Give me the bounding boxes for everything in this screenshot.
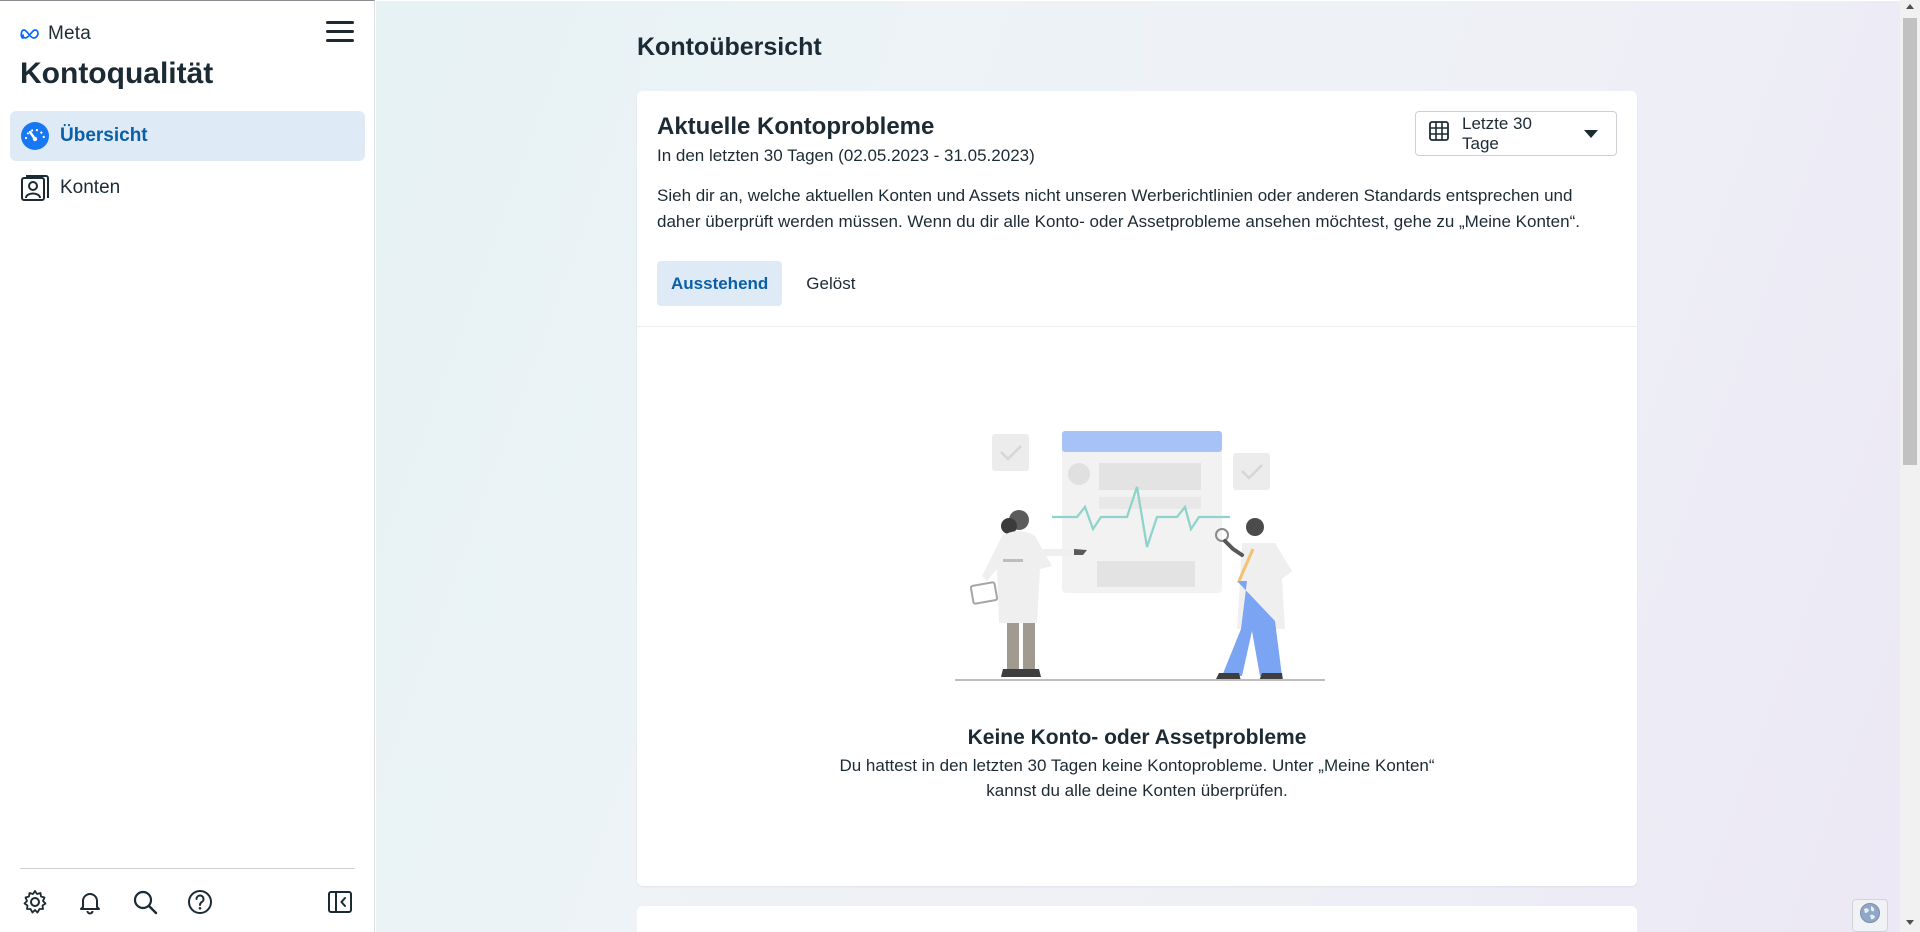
meta-logo[interactable]: Meta [20,23,91,45]
meta-infinity-icon [20,29,39,39]
card-description: Sieh dir an, welche aktuellen Konten und… [657,186,1580,231]
card-date-range-text: In den letzten 30 Tagen (02.05.2023 - 31… [657,146,1035,165]
scroll-up-arrow-icon[interactable] [1906,4,1914,9]
sidebar-nav: Übersicht Konten [10,111,365,215]
sidebar-item-konten[interactable]: Konten [10,163,365,213]
notifications-bell-icon[interactable] [75,887,105,917]
account-profile-icon [20,173,50,203]
footer-icon-bar [20,887,355,917]
help-question-icon[interactable] [185,887,215,917]
language-globe-button[interactable] [1852,899,1888,932]
main-content: Kontoübersicht Aktuelle Kontoprobleme In… [376,1,1900,932]
collapse-sidebar-icon[interactable] [325,887,355,917]
calendar-table-icon [1428,120,1450,147]
sidebar: Meta Kontoqualität Übersicht Konten [0,0,375,932]
page-title: Kontoübersicht [637,33,822,61]
next-card-partial [637,906,1637,932]
settings-gear-icon[interactable] [20,887,50,917]
scroll-down-arrow-icon[interactable] [1906,920,1914,925]
chevron-down-icon [1584,129,1598,138]
dashboard-gauge-icon [20,121,50,151]
card-title: Aktuelle Kontoprobleme [657,113,935,140]
search-icon[interactable] [130,887,160,917]
doctors-examining-monitor-illustration [955,431,1325,681]
sidebar-footer [20,868,355,915]
account-issues-card: Aktuelle Kontoprobleme In den letzten 30… [637,91,1637,886]
page-scrollbar[interactable] [1900,0,1920,932]
scrollbar-thumb[interactable] [1903,18,1917,465]
tab-ausstehend[interactable]: Ausstehend [657,261,783,306]
empty-state-title: Keine Konto- oder Assetprobleme [967,726,1307,749]
app-title: Kontoqualität [20,57,214,90]
status-tabs: Ausstehend Gelöst [657,261,869,306]
sidebar-item-uebersicht[interactable]: Übersicht [10,111,365,161]
date-range-value: Letzte 30 Tage [1462,113,1532,153]
tab-geloest[interactable]: Gelöst [792,261,869,306]
card-header: Aktuelle Kontoprobleme In den letzten 30… [637,91,1637,327]
sidebar-item-label: Konten [60,177,121,198]
brand-name: Meta [48,23,92,44]
empty-state-text: Du hattest in den letzten 30 Tagen keine… [839,756,1435,800]
hamburger-menu-icon[interactable] [326,21,354,45]
date-range-dropdown[interactable]: Letzte 30 Tage [1415,111,1617,156]
sidebar-item-label: Übersicht [60,125,148,146]
globe-icon [1859,902,1881,929]
